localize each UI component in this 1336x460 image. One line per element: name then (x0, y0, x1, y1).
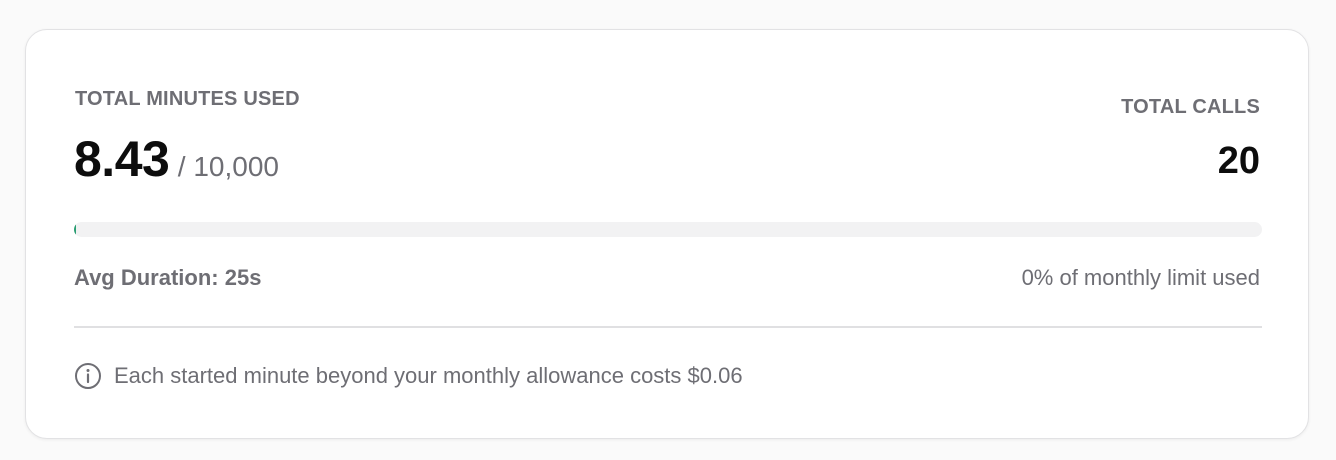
usage-card: TOTAL MINUTES USED TOTAL CALLS 8.43 / 10… (25, 29, 1309, 439)
minutes-summary: 8.43 / 10,000 (74, 130, 279, 188)
overage-note-text: Each started minute beyond your monthly … (114, 363, 743, 388)
minutes-used-value: 8.43 (74, 131, 170, 187)
total-calls-label: TOTAL CALLS (1121, 96, 1260, 118)
total-minutes-label: TOTAL MINUTES USED (75, 88, 300, 110)
total-calls-value: 20 (1217, 140, 1260, 182)
overage-note: Each started minute beyond your monthly … (74, 362, 743, 390)
divider (74, 326, 1262, 328)
avg-duration-text: Avg Duration: 25s (74, 265, 262, 290)
limit-used-text: 0% of monthly limit used (1021, 265, 1260, 290)
usage-progress-fill (74, 222, 77, 237)
minutes-limit-value: / 10,000 (177, 151, 279, 182)
usage-progress-bar (74, 222, 1262, 237)
info-icon (74, 362, 102, 390)
